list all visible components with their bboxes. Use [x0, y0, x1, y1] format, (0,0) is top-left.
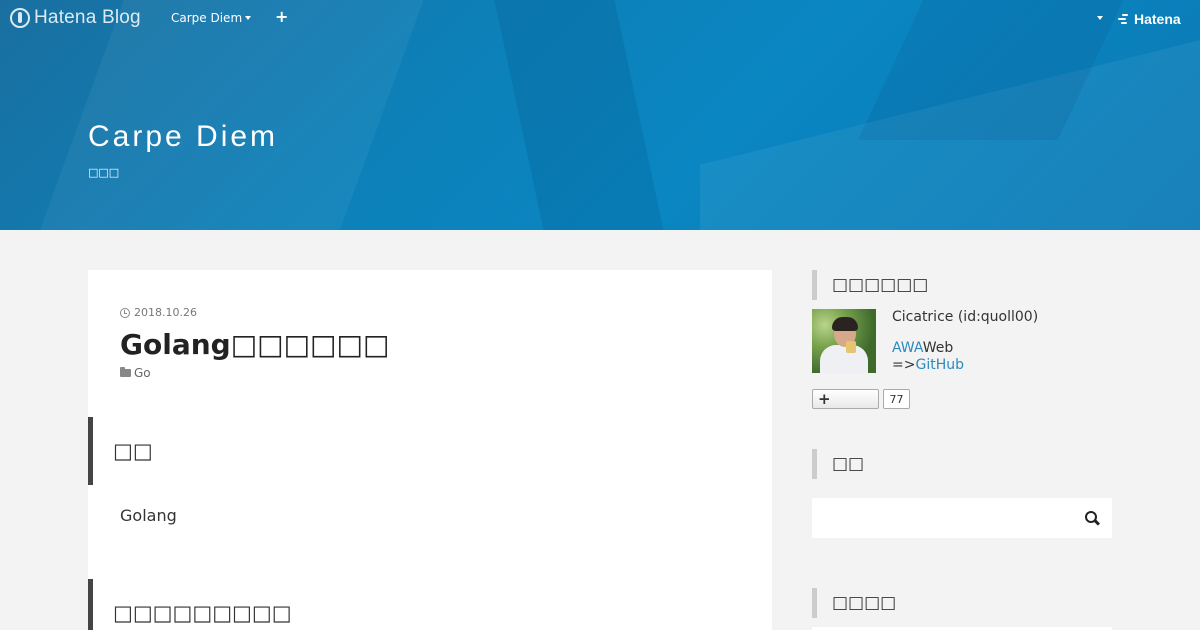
entry-paragraph: Golang [120, 506, 177, 525]
profile-github-line: =>GitHub [892, 357, 964, 373]
awa-link[interactable]: AWA [892, 340, 923, 356]
hatena-logo-icon [1118, 14, 1132, 24]
blog-menu-dropdown[interactable]: Carpe Diem [171, 11, 252, 25]
profile-arrow-text: => [892, 357, 916, 373]
hatena-logo-text: Hatena [1134, 11, 1181, 27]
hatena-blog-logo[interactable]: Hatena Blog [10, 7, 141, 29]
search-icon[interactable] [1085, 511, 1099, 525]
github-link[interactable]: GitHub [915, 357, 964, 373]
entry-date[interactable]: 2018.10.26 [120, 306, 197, 319]
next-module-title: □□□□ [812, 588, 1112, 618]
profile-description-text: Web [922, 340, 954, 356]
search-module-title: □□ [812, 449, 1112, 479]
search-box [812, 498, 1112, 538]
hatena-blog-logo-icon [10, 8, 30, 28]
follower-count: 77 [883, 389, 910, 409]
folder-icon [120, 367, 131, 377]
blog-menu-label: Carpe Diem [171, 11, 243, 25]
plus-icon[interactable]: + [275, 9, 288, 25]
hatena-blog-logo-text: Hatena Blog [34, 7, 141, 28]
profile-name[interactable]: Cicatrice (id:quoll00) [892, 309, 1038, 325]
chevron-down-icon [245, 16, 252, 20]
entry-article: 2018.10.26 Golang□□□□□□ Go □□ Golang □□□… [88, 270, 772, 630]
profile-description-line: AWAWeb [892, 340, 953, 356]
plus-icon: + [818, 390, 831, 408]
follow-button[interactable]: + [812, 389, 879, 409]
clock-icon [120, 307, 130, 318]
entry-title[interactable]: Golang□□□□□□ [120, 328, 389, 361]
entry-category-label: Go [134, 366, 151, 380]
blog-title[interactable]: Carpe Diem [88, 120, 278, 154]
entry-category[interactable]: Go [120, 366, 151, 380]
profile-avatar[interactable] [812, 309, 876, 373]
hatena-logo-link[interactable]: Hatena [1118, 11, 1181, 27]
search-input[interactable] [812, 498, 1070, 538]
blog-description: □□□ [88, 166, 120, 179]
section-heading: □□□□□□□□□ [88, 579, 772, 630]
section-heading: □□ [88, 417, 772, 485]
profile-module-title: □□□□□□ [812, 270, 1112, 300]
blog-header: Hatena Blog Carpe Diem + Hatena Carpe Di… [0, 0, 1200, 230]
entry-date-text: 2018.10.26 [134, 306, 197, 319]
global-header-bar: Hatena Blog Carpe Diem + Hatena [0, 0, 1200, 36]
user-menu-chevron-down-icon[interactable] [1097, 16, 1103, 20]
